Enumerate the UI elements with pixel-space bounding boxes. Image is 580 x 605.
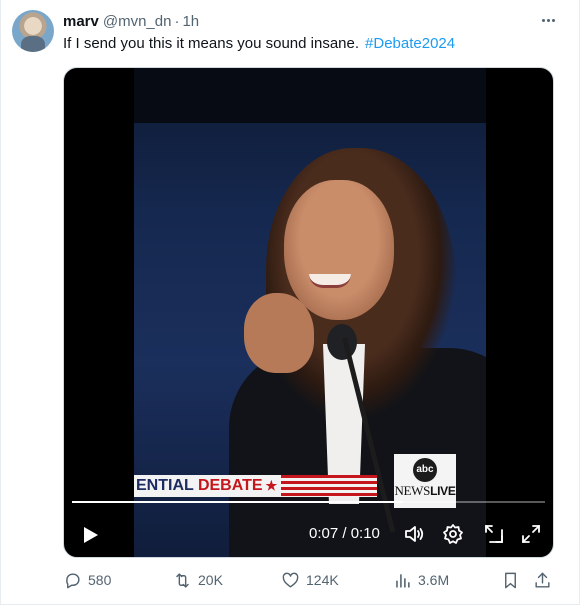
reply-icon: [66, 572, 80, 588]
banner-text-red: DEBATE: [197, 477, 263, 494]
popout-icon[interactable]: [482, 522, 506, 546]
settings-icon[interactable]: [441, 522, 465, 546]
reply-button[interactable]: 580: [63, 568, 111, 592]
time-display: 0:07 / 0:10: [309, 525, 380, 542]
logo-live: LIVE: [430, 484, 456, 498]
like-count: 124K: [306, 572, 339, 588]
play-icon[interactable]: [79, 524, 101, 546]
repost-icon: [176, 572, 189, 588]
logo-news: NEWS: [394, 483, 431, 498]
volume-icon[interactable]: [402, 522, 426, 546]
author-handle[interactable]: @mvn_dn: [103, 13, 172, 30]
like-button[interactable]: 124K: [281, 568, 339, 592]
tweet-text: If I send you this it means you sound in…: [63, 34, 455, 54]
avatar[interactable]: [12, 10, 54, 52]
fullscreen-icon[interactable]: [519, 522, 543, 546]
star-icon: ★: [265, 478, 278, 493]
banner-text-blue: ENTIAL: [136, 477, 198, 494]
video-progress-bar[interactable]: [72, 501, 545, 503]
tweet-card: marv @mvn_dn · 1h If I send you this it …: [0, 0, 580, 605]
debate-banner: ENTIAL DEBATE ★: [134, 475, 377, 497]
repost-button[interactable]: 20K: [173, 568, 223, 592]
views-icon: [396, 573, 410, 588]
author-name[interactable]: marv: [63, 13, 99, 30]
heart-icon: [282, 572, 299, 588]
video-progress-fill: [72, 501, 404, 503]
views-button[interactable]: 3.6M: [393, 568, 449, 592]
bookmark-icon: [505, 572, 516, 588]
abc-news-live-logo: abc NEWSLIVE: [394, 454, 456, 508]
repost-count: 20K: [198, 572, 223, 588]
tweet-body: If I send you this it means you sound in…: [63, 35, 360, 52]
banner-stripes: [281, 475, 377, 497]
view-count: 3.6M: [418, 572, 450, 588]
bookmark-button[interactable]: [501, 568, 520, 592]
separator: ·: [174, 12, 180, 30]
timestamp[interactable]: 1h: [182, 13, 199, 30]
tweet-header: marv @mvn_dn · 1h: [63, 11, 199, 31]
abc-logo: abc: [413, 458, 437, 482]
reply-count: 580: [88, 572, 112, 588]
share-button[interactable]: [533, 568, 552, 592]
hashtag-link[interactable]: #Debate2024: [365, 35, 455, 52]
video-controls: 0:07 / 0:10: [64, 514, 553, 554]
action-bar: 580 20K 124K 3.6M: [63, 568, 559, 592]
share-icon: [535, 572, 550, 588]
more-options-icon[interactable]: [537, 10, 559, 30]
video-player[interactable]: ENTIAL DEBATE ★ abc NEWSLIVE 0:07 / 0:10: [63, 67, 554, 558]
